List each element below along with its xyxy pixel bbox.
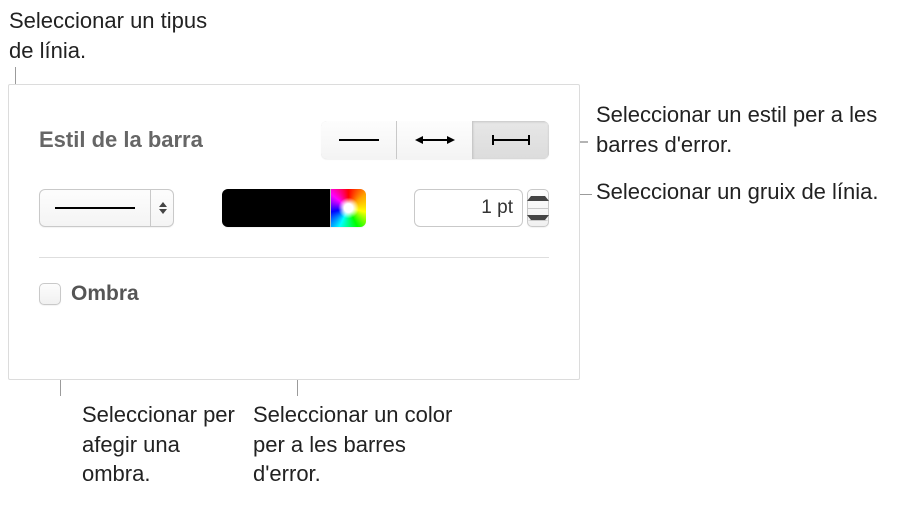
error-bar-tee-icon bbox=[489, 133, 533, 147]
error-bar-arrow-icon bbox=[413, 133, 457, 147]
seg-arrow-style[interactable] bbox=[397, 121, 473, 159]
seg-tee-style[interactable] bbox=[473, 121, 549, 159]
callout-line-type: Seleccionar un tipus de línia. bbox=[9, 6, 209, 65]
bar-style-panel: Estil de la barra bbox=[8, 84, 580, 380]
shadow-label: Ombra bbox=[71, 282, 139, 306]
line-type-popup[interactable] bbox=[39, 189, 174, 227]
stepper-up[interactable] bbox=[527, 189, 549, 209]
line-width-stepper[interactable]: 1 pt bbox=[414, 189, 549, 227]
callout-shadow: Seleccionar per afegir una ombra. bbox=[82, 400, 252, 489]
error-bar-plain-icon bbox=[337, 133, 381, 147]
seg-line-style[interactable] bbox=[321, 121, 397, 159]
color-picker-icon[interactable] bbox=[330, 189, 366, 227]
callout-color: Seleccionar un color per a les barres d'… bbox=[253, 400, 453, 489]
color-swatch bbox=[222, 189, 329, 227]
stepper-buttons[interactable] bbox=[527, 189, 549, 227]
line-preview bbox=[39, 207, 150, 209]
line-width-field[interactable]: 1 pt bbox=[414, 189, 523, 227]
divider bbox=[39, 257, 549, 258]
shadow-checkbox[interactable] bbox=[39, 283, 61, 305]
panel-title: Estil de la barra bbox=[39, 127, 203, 153]
error-bar-style-segmented[interactable] bbox=[321, 121, 549, 159]
callout-line-width: Seleccionar un gruix de línia. bbox=[596, 177, 896, 207]
chevron-updown-icon bbox=[150, 189, 174, 227]
callout-error-style: Seleccionar un estil per a les barres d'… bbox=[596, 100, 896, 159]
stepper-down[interactable] bbox=[527, 209, 549, 228]
color-well[interactable] bbox=[222, 189, 365, 227]
